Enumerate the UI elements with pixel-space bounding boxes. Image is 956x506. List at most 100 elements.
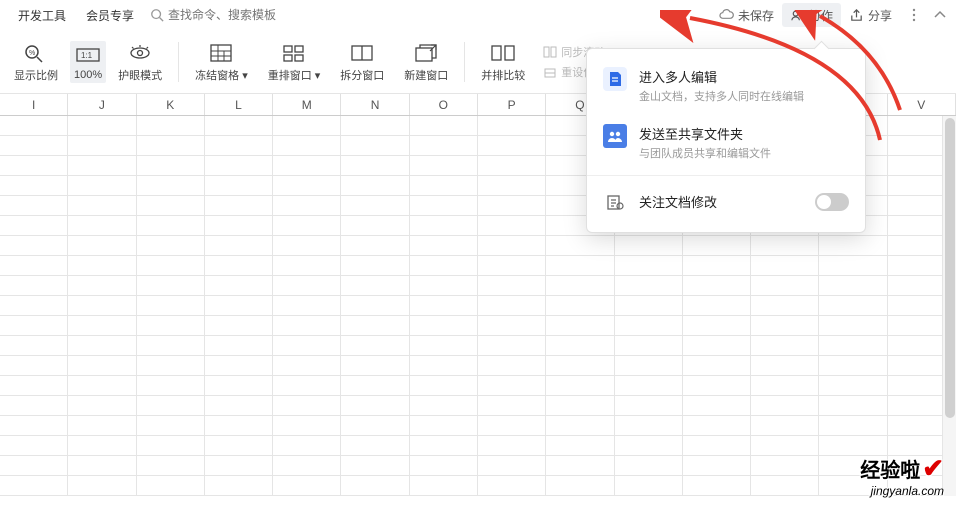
cell[interactable]	[341, 356, 409, 375]
cell[interactable]	[546, 236, 614, 255]
cell[interactable]	[273, 476, 341, 495]
cell[interactable]	[410, 476, 478, 495]
cell[interactable]	[683, 296, 751, 315]
side-by-side-button[interactable]: 并排比较	[473, 32, 533, 92]
cell[interactable]	[0, 256, 68, 275]
cell[interactable]	[273, 456, 341, 475]
cell[interactable]	[478, 196, 546, 215]
cell[interactable]	[68, 476, 136, 495]
cell[interactable]	[273, 436, 341, 455]
cell[interactable]	[0, 236, 68, 255]
cell[interactable]	[0, 336, 68, 355]
cell[interactable]	[205, 156, 273, 175]
cell[interactable]	[410, 296, 478, 315]
column-header[interactable]: J	[68, 94, 136, 115]
cell[interactable]	[410, 236, 478, 255]
cell[interactable]	[615, 396, 683, 415]
cell[interactable]	[478, 376, 546, 395]
cell[interactable]	[68, 196, 136, 215]
cell[interactable]	[341, 136, 409, 155]
cell[interactable]	[751, 396, 819, 415]
cell[interactable]	[273, 196, 341, 215]
cell[interactable]	[205, 416, 273, 435]
cell[interactable]	[205, 376, 273, 395]
cell[interactable]	[819, 296, 887, 315]
cell[interactable]	[0, 376, 68, 395]
cell[interactable]	[68, 236, 136, 255]
table-row[interactable]	[0, 416, 956, 436]
cell[interactable]	[751, 456, 819, 475]
cell[interactable]	[341, 296, 409, 315]
dropdown-follow-changes[interactable]: 关注文档修改	[587, 180, 865, 224]
cell[interactable]	[0, 116, 68, 135]
cell[interactable]	[410, 456, 478, 475]
cell[interactable]	[683, 436, 751, 455]
column-header[interactable]: P	[478, 94, 546, 115]
cell[interactable]	[0, 436, 68, 455]
column-header[interactable]: I	[0, 94, 68, 115]
cell[interactable]	[0, 136, 68, 155]
cell[interactable]	[68, 436, 136, 455]
cell[interactable]	[205, 276, 273, 295]
cell[interactable]	[410, 276, 478, 295]
cell[interactable]	[683, 356, 751, 375]
cell[interactable]	[205, 356, 273, 375]
cell[interactable]	[751, 336, 819, 355]
cell[interactable]	[615, 316, 683, 335]
cell[interactable]	[68, 216, 136, 235]
cell[interactable]	[0, 176, 68, 195]
cell[interactable]	[478, 216, 546, 235]
cell[interactable]	[546, 376, 614, 395]
cell[interactable]	[273, 276, 341, 295]
column-header[interactable]: O	[410, 94, 478, 115]
cell[interactable]	[273, 136, 341, 155]
tab-dev-tools[interactable]: 开发工具	[8, 0, 76, 30]
cell[interactable]	[478, 276, 546, 295]
cell[interactable]	[410, 156, 478, 175]
cell[interactable]	[273, 376, 341, 395]
cell[interactable]	[137, 356, 205, 375]
cell[interactable]	[68, 296, 136, 315]
cell[interactable]	[137, 276, 205, 295]
cell[interactable]	[273, 296, 341, 315]
cell[interactable]	[137, 336, 205, 355]
new-window-button[interactable]: 新建窗口	[396, 32, 456, 92]
cell[interactable]	[205, 176, 273, 195]
cell[interactable]	[683, 416, 751, 435]
cell[interactable]	[68, 176, 136, 195]
cell[interactable]	[137, 256, 205, 275]
cell[interactable]	[273, 356, 341, 375]
cell[interactable]	[137, 316, 205, 335]
cell[interactable]	[410, 116, 478, 135]
cell[interactable]	[205, 216, 273, 235]
cell[interactable]	[341, 316, 409, 335]
cell[interactable]	[0, 276, 68, 295]
cell[interactable]	[0, 316, 68, 335]
cell[interactable]	[68, 456, 136, 475]
cell[interactable]	[478, 456, 546, 475]
cell[interactable]	[137, 216, 205, 235]
zoom-ratio-button[interactable]: % 显示比例	[6, 32, 66, 92]
table-row[interactable]	[0, 296, 956, 316]
cell[interactable]	[205, 196, 273, 215]
cell[interactable]	[341, 116, 409, 135]
cell[interactable]	[410, 256, 478, 275]
cell[interactable]	[341, 276, 409, 295]
cell[interactable]	[478, 476, 546, 495]
cell[interactable]	[546, 416, 614, 435]
cell[interactable]	[137, 416, 205, 435]
cell[interactable]	[751, 436, 819, 455]
cell[interactable]	[819, 236, 887, 255]
cell[interactable]	[751, 476, 819, 495]
cell[interactable]	[205, 296, 273, 315]
cell[interactable]	[341, 196, 409, 215]
cell[interactable]	[478, 136, 546, 155]
cell[interactable]	[205, 396, 273, 415]
cell[interactable]	[615, 276, 683, 295]
cell[interactable]	[137, 436, 205, 455]
cell[interactable]	[137, 116, 205, 135]
cell[interactable]	[683, 276, 751, 295]
search-input[interactable]	[168, 8, 308, 22]
cell[interactable]	[137, 176, 205, 195]
cell[interactable]	[0, 216, 68, 235]
